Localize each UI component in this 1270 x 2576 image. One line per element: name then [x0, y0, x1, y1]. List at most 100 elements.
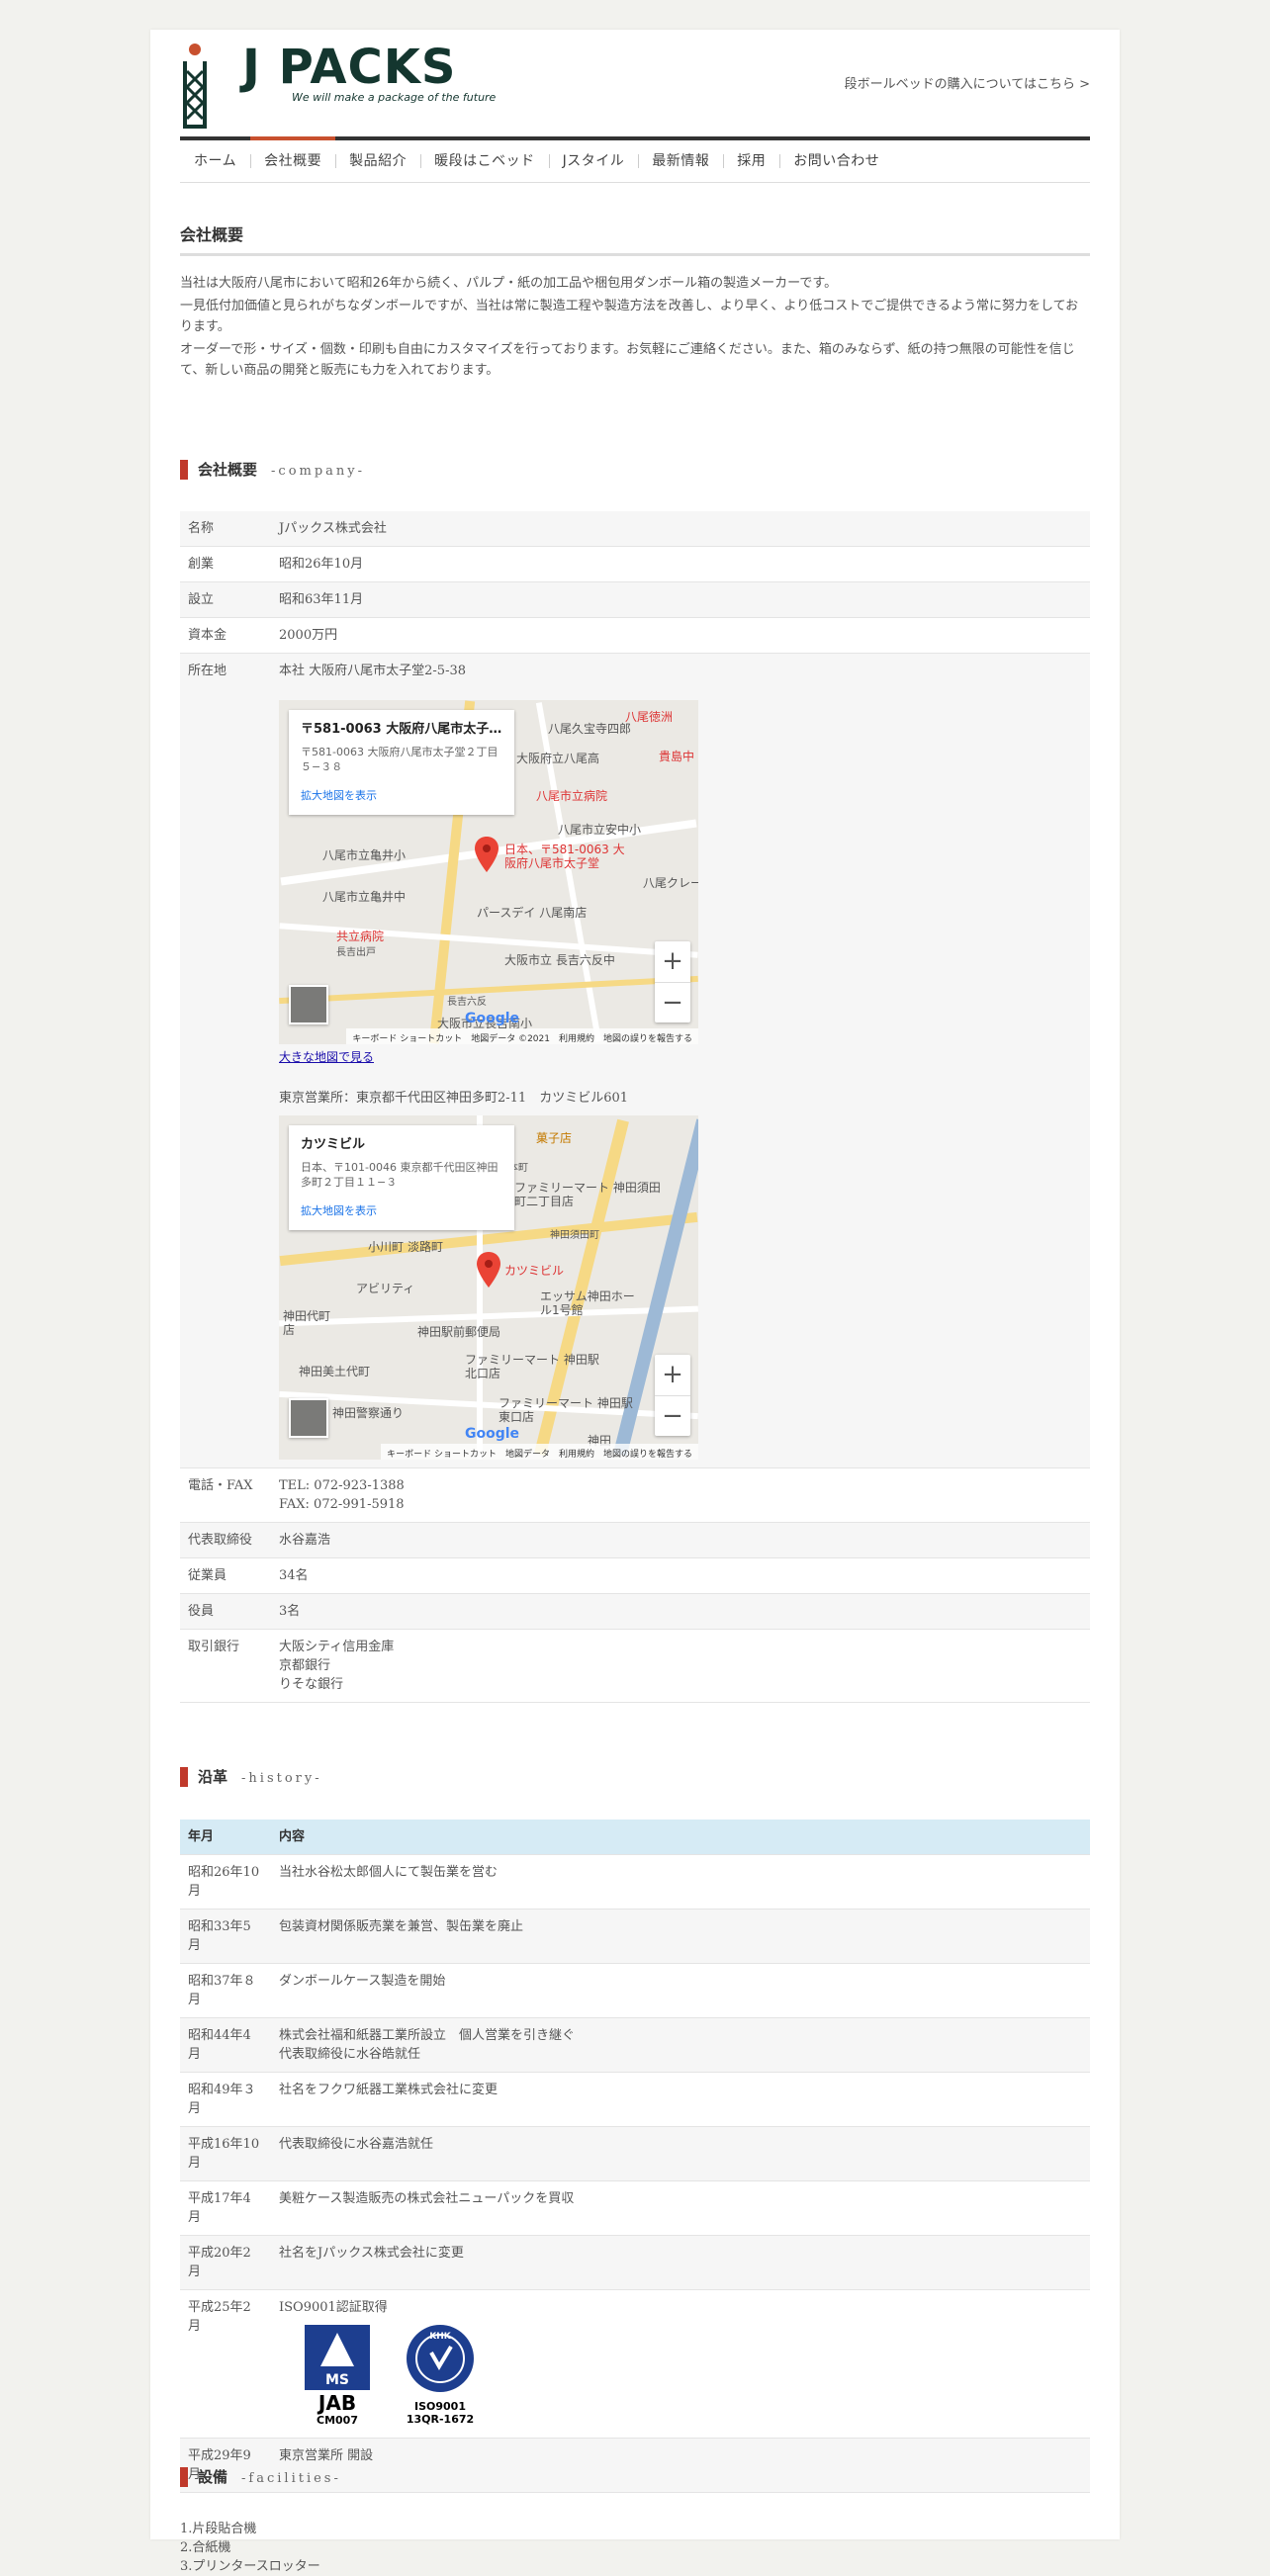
table-row: 資本金 2000万円	[180, 617, 1090, 654]
nav-jstyle[interactable]: Jスタイル	[548, 140, 639, 182]
table-row: 役員 3名	[180, 1593, 1090, 1630]
history-date: 昭和37年８月	[180, 1963, 271, 2018]
map-enlarge-link[interactable]: 拡大地図を表示	[301, 786, 377, 805]
table-row: 創業 昭和26年10月	[180, 546, 1090, 582]
zoom-out-button[interactable]: −	[655, 1395, 690, 1436]
row-key: 名称	[180, 511, 271, 547]
map-zoom-control: + −	[655, 941, 690, 1022]
row-value: 2000万円	[271, 617, 1090, 654]
map-poi: 八尾市立病院	[536, 789, 608, 803]
bank-name: りそな銀行	[279, 1677, 344, 1692]
map-poi: 神田駅前郵便局	[417, 1325, 501, 1339]
map-pin-label: カツミビル	[504, 1264, 565, 1278]
facilities-heading: 設備 -facilities-	[180, 2466, 1090, 2488]
row-key: 役員	[180, 1593, 271, 1630]
nav-bed[interactable]: 暖段はこベッド	[420, 140, 549, 182]
map-poi: 八尾徳洲	[625, 710, 674, 724]
map-enlarge-link[interactable]: 拡大地図を表示	[301, 1201, 377, 1220]
nav-products[interactable]: 製品紹介	[335, 140, 420, 182]
row-value: Jパックス株式会社	[271, 511, 1090, 547]
map-poi: 神田警察通り	[332, 1406, 405, 1420]
fax-number: FAX: 072-991-5918	[279, 1497, 405, 1512]
map-pin-icon[interactable]	[475, 837, 499, 872]
map-pin-label: 日本、〒581-0063 大阪府八尾市太子堂	[504, 843, 625, 870]
company-heading-title: 会社概要	[198, 461, 258, 479]
logo-mark-icon	[183, 44, 207, 129]
row-key: 取引銀行	[180, 1629, 271, 1703]
zoom-out-button[interactable]: −	[655, 982, 690, 1022]
map-card-title: カツミビル	[301, 1137, 366, 1152]
table-row: 昭和26年10月 当社水谷松太郎個人にて製缶業を営む	[180, 1854, 1090, 1910]
map-poi: 大阪市立 長吉六反中	[504, 953, 615, 967]
zoom-in-button[interactable]: +	[655, 1355, 690, 1395]
map-poi: エッサム神田ホール1号館	[540, 1289, 635, 1317]
map-poi: 淡路町	[408, 1240, 444, 1254]
logo-text[interactable]: J PACKS	[242, 40, 456, 95]
history-content: 包装資材関係販売業を兼営、製缶業を廃止	[271, 1909, 1090, 1964]
history-heading-sub: -history-	[241, 1771, 322, 1786]
history-date: 平成25年2月	[180, 2289, 271, 2439]
map-road	[279, 975, 698, 1005]
osaka-map[interactable]: 八尾久宝寺四郎 大阪府立八尾高 八尾市立病院 八尾市立安中小 八尾市立亀井小 八…	[279, 700, 698, 1044]
row-value: 昭和63年11月	[271, 581, 1090, 618]
map-poi: 八尾市立亀井中	[322, 890, 407, 904]
facilities-heading-title: 設備	[198, 2468, 228, 2486]
jab-main-text: JAB	[317, 2391, 356, 2415]
satellite-toggle[interactable]	[289, 1398, 328, 1438]
nav-contact[interactable]: お問い合わせ	[779, 140, 893, 182]
table-row: 昭和37年８月 ダンボールケース製造を開始	[180, 1963, 1090, 2018]
map-zoom-control: + −	[655, 1355, 690, 1436]
history-content: 社名をフクワ紙器工業株式会社に変更	[271, 2072, 1090, 2127]
row-key: 電話・FAX	[180, 1467, 271, 1523]
map-poi: 八尾久宝寺四郎	[548, 722, 632, 736]
map-card-address: 日本、〒101-0046 東京都千代田区神田多町２丁目１１−３	[301, 1161, 499, 1189]
row-value: 水谷嘉浩	[271, 1522, 1090, 1558]
nav-news[interactable]: 最新情報	[638, 140, 723, 182]
table-row: 平成16年10月 代表取締役に水谷嘉浩就任	[180, 2126, 1090, 2181]
intro-paragraph: 当社は大阪府八尾市において昭和26年から続く、パルプ・紙の加工品や梱包用ダンボー…	[180, 276, 838, 291]
history-content: ダンボールケース製造を開始	[271, 1963, 1090, 2018]
khk-top-text: KHK	[429, 2332, 452, 2342]
intro-paragraph: オーダーで形・サイズ・個数・印刷も自由にカスタマイズを行っております。お気軽にご…	[180, 342, 1075, 378]
history-line: ISO9001認証取得	[279, 2300, 388, 2315]
row-key: 資本金	[180, 617, 271, 654]
table-row: 電話・FAX TEL: 072-923-1388 FAX: 072-991-5918	[180, 1467, 1090, 1523]
table-row: 従業員 34名	[180, 1557, 1090, 1594]
large-map-link[interactable]: 大きな地図で見る	[279, 1048, 1082, 1067]
map-info-card: 〒581-0063 大阪府八尾市太子… 〒581-0063 大阪府八尾市太子堂２…	[289, 710, 514, 815]
list-item: 3.プリンタースロッター	[180, 2559, 320, 2574]
map-poi: アビリティ	[356, 1282, 415, 1295]
history-content: ISO9001認証取得 MS JAB CM007 KHK ISO9001 13Q…	[271, 2289, 1090, 2439]
tokyo-map[interactable]: 菓子店 ファミリーマート 神田須田町二丁目店 小川町 淡路町 アビリティ エッサ…	[279, 1115, 698, 1460]
map-footer[interactable]: キーボード ショートカット 地図データ ©2021 利用規約 地図の誤りを報告す…	[346, 1028, 698, 1044]
company-heading: 会社概要 -company-	[180, 459, 1090, 481]
table-row: 名称 Jパックス株式会社	[180, 511, 1090, 547]
nav-home[interactable]: ホーム	[180, 140, 250, 182]
map-poi: ファミリーマート 神田駅東口店	[499, 1396, 633, 1424]
page-container: J PACKS We will make a package of the fu…	[150, 30, 1120, 2574]
zoom-in-button[interactable]: +	[655, 941, 690, 982]
bank-name: 大阪シティ信用金庫	[279, 1640, 395, 1654]
map-pin-icon[interactable]	[477, 1252, 500, 1288]
history-content: 当社水谷松太郎個人にて製缶業を営む	[271, 1854, 1090, 1910]
history-date: 昭和49年３月	[180, 2072, 271, 2127]
table-row: 設立 昭和63年11月	[180, 581, 1090, 618]
head-office-address: 本社 大阪府八尾市太子堂2-5-38	[279, 664, 467, 678]
map-card-title: 〒581-0063 大阪府八尾市太子…	[301, 722, 502, 737]
history-col-content: 内容	[271, 1820, 1090, 1855]
history-line: 代表取締役に水谷皓就任	[279, 2047, 421, 2062]
page-title: 会社概要	[180, 222, 1090, 256]
table-row: 平成25年2月 ISO9001認証取得 MS JAB CM007 KHK ISO…	[180, 2289, 1090, 2439]
bed-purchase-link[interactable]: 段ボールベッドの購入についてはこちら >	[845, 73, 1090, 92]
history-heading-title: 沿革	[198, 1768, 228, 1786]
satellite-toggle[interactable]	[289, 985, 328, 1024]
history-content: 代表取締役に水谷嘉浩就任	[271, 2126, 1090, 2181]
history-date: 昭和26年10月	[180, 1854, 271, 1910]
row-value: 3名	[271, 1593, 1090, 1630]
history-date: 昭和44年4月	[180, 2017, 271, 2073]
map-footer[interactable]: キーボード ショートカット 地図データ 利用規約 地図の誤りを報告する	[381, 1444, 698, 1460]
nav-company[interactable]: 会社概要	[250, 136, 336, 182]
nav-recruit[interactable]: 採用	[723, 140, 779, 182]
map-poi: 菓子店	[536, 1131, 573, 1145]
row-value: 昭和26年10月	[271, 546, 1090, 582]
